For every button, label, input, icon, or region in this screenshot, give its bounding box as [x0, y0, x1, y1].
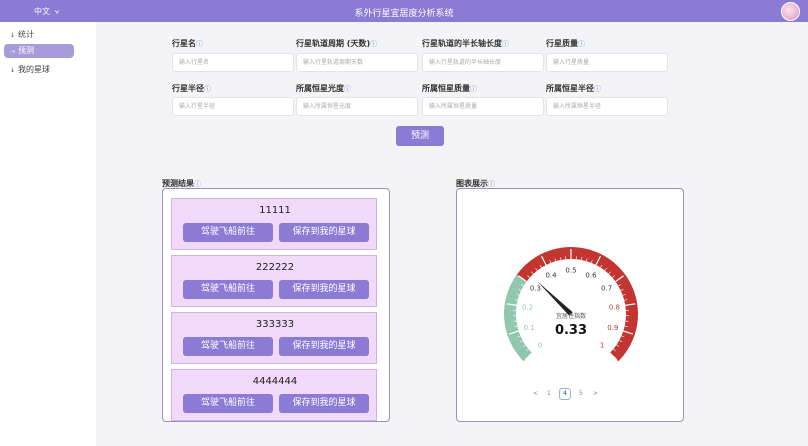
- planet-mass-input[interactable]: 输入行星质量: [546, 53, 668, 72]
- result-card: 4444444 驾驶飞船前往 保存到我的星球: [171, 369, 377, 421]
- gauge-tick-label: 0.8: [609, 304, 620, 312]
- gauge-tick-label: 0.1: [524, 324, 535, 332]
- sidebar-item-label: 统计: [18, 30, 35, 39]
- star-mass-input[interactable]: 输入所属恒星质量: [422, 97, 544, 116]
- result-card: 222222 驾驶飞船前往 保存到我的星球: [171, 255, 377, 307]
- app-title: 系外行星宜居度分析系统: [354, 9, 454, 19]
- help-icon: ⓘ: [502, 40, 509, 48]
- drive-ship-button[interactable]: 驾驶飞船前往: [183, 223, 273, 242]
- pagination: < 1 4 5 >: [533, 387, 613, 401]
- planet-radius-input[interactable]: 输入行星半径: [172, 97, 294, 116]
- gauge-tick-label: 0.4: [545, 271, 557, 279]
- top-bar: 中文 ∨ 系外行星宜居度分析系统: [0, 0, 808, 22]
- predict-icon: ⇢: [10, 48, 16, 55]
- help-icon: ⓘ: [488, 180, 495, 188]
- save-to-my-planets-button[interactable]: 保存到我的星球: [279, 280, 369, 299]
- gauge-tick-label: 0: [538, 342, 542, 350]
- field-label-star-mass: 所属恒星质量ⓘ: [422, 84, 477, 93]
- orbit-period-input[interactable]: 输入行星轨道周期天数: [296, 53, 418, 72]
- field-label-orbit-period: 行星轨道周期 (天数)ⓘ: [296, 39, 378, 48]
- pager-next[interactable]: >: [593, 387, 598, 401]
- sidebar-item-predict[interactable]: ⇢ 预测: [4, 44, 74, 58]
- gauge-value: 0.33: [555, 323, 587, 338]
- gauge-tick-label: 0.3: [530, 285, 541, 293]
- sidebar-item-label: 我的星球: [18, 65, 51, 74]
- save-to-my-planets-button[interactable]: 保存到我的星球: [279, 337, 369, 356]
- result-card: 11111 驾驶飞船前往 保存到我的星球: [171, 198, 377, 250]
- field-label-star-radius: 所属恒星半径ⓘ: [546, 84, 601, 93]
- gauge-label: 宜居性指数: [556, 312, 586, 320]
- save-to-my-planets-button[interactable]: 保存到我的星球: [279, 223, 369, 242]
- star-radius-input[interactable]: 输入所属恒星半径: [546, 97, 668, 116]
- predict-panel: 行星名ⓘ 行星轨道周期 (天数)ⓘ 行星轨道的半长轴长度ⓘ 行星质量ⓘ 输入行星…: [96, 22, 808, 446]
- help-icon: ⓘ: [578, 40, 585, 48]
- drive-ship-button[interactable]: 驾驶飞船前往: [183, 280, 273, 299]
- field-label-planet-mass: 行星质量ⓘ: [546, 39, 585, 48]
- avatar[interactable]: [781, 2, 800, 21]
- gauge-tick-label: 1: [600, 342, 604, 350]
- sidebar: ↓ 统计 ⇢ 预测 ↓ 我的星球: [0, 22, 78, 446]
- result-value: 222222: [255, 262, 295, 273]
- help-icon: ⓘ: [204, 85, 211, 93]
- help-icon: ⓘ: [594, 85, 601, 93]
- field-label-star-luminosity: 所属恒星光度ⓘ: [296, 84, 351, 93]
- sidebar-item-stats[interactable]: ↓ 统计: [4, 28, 74, 42]
- result-value: 11111: [259, 205, 291, 216]
- planet-name-input[interactable]: 输入行星名: [172, 53, 294, 72]
- pager-page-current[interactable]: 4: [559, 388, 571, 400]
- semi-major-axis-input[interactable]: 输入行星轨道的半长轴长度: [422, 53, 544, 72]
- gauge-tick-label: 0.7: [601, 285, 612, 293]
- help-icon: ⓘ: [370, 40, 378, 48]
- save-to-my-planets-button[interactable]: 保存到我的星球: [279, 394, 369, 413]
- sidebar-item-my-planets[interactable]: ↓ 我的星球: [4, 63, 74, 77]
- pager-page-1[interactable]: 1: [547, 387, 551, 401]
- gauge-tick-label: 0.6: [585, 271, 597, 279]
- result-value: 4444444: [252, 376, 298, 387]
- gauge-tick-label: 0.2: [522, 304, 533, 312]
- result-value: 333333: [255, 319, 295, 330]
- planet-icon: ↓: [10, 67, 16, 74]
- result-card: 333333 驾驶飞船前往 保存到我的星球: [171, 312, 377, 364]
- predict-button[interactable]: 预测: [396, 126, 444, 146]
- help-icon: ⓘ: [470, 85, 477, 93]
- pager-prev[interactable]: <: [533, 387, 538, 401]
- help-icon: ⓘ: [196, 40, 203, 48]
- gauge-tick-label: 0.9: [607, 324, 618, 332]
- field-label-planet-radius: 行星半径ⓘ: [172, 84, 211, 93]
- sidebar-item-label: 预测: [18, 46, 35, 55]
- star-luminosity-input[interactable]: 输入所属恒星光度: [296, 97, 418, 116]
- drive-ship-button[interactable]: 驾驶飞船前往: [183, 394, 273, 413]
- field-label-semi-major-axis: 行星轨道的半长轴长度ⓘ: [422, 39, 509, 48]
- results-list[interactable]: 11111 驾驶飞船前往 保存到我的星球 222222 驾驶飞船前往 保存到我的…: [162, 188, 390, 422]
- pager-page-5[interactable]: 5: [579, 387, 583, 401]
- stats-icon: ↓: [10, 32, 16, 39]
- field-label-planet-name: 行星名ⓘ: [172, 39, 203, 48]
- help-icon: ⓘ: [344, 85, 351, 93]
- gauge-pointer: [537, 281, 573, 316]
- drive-ship-button[interactable]: 驾驶飞船前往: [183, 337, 273, 356]
- main-content: 行星名ⓘ 行星轨道周期 (天数)ⓘ 行星轨道的半长轴长度ⓘ 行星质量ⓘ 输入行星…: [96, 22, 808, 446]
- help-icon: ⓘ: [194, 180, 201, 188]
- gauge-tick-label: 0.5: [565, 267, 576, 275]
- chart-panel: 0 0.1 0.2 0.3 0.4 0.5 0.6 0.7 0.8 0.9 1 宜居性指数 0.33 <…: [456, 188, 684, 422]
- gauge-chart: 0 0.1 0.2 0.3 0.4 0.5 0.6 0.7 0.8 0.9 1 宜居性指数 0.33: [504, 247, 638, 362]
